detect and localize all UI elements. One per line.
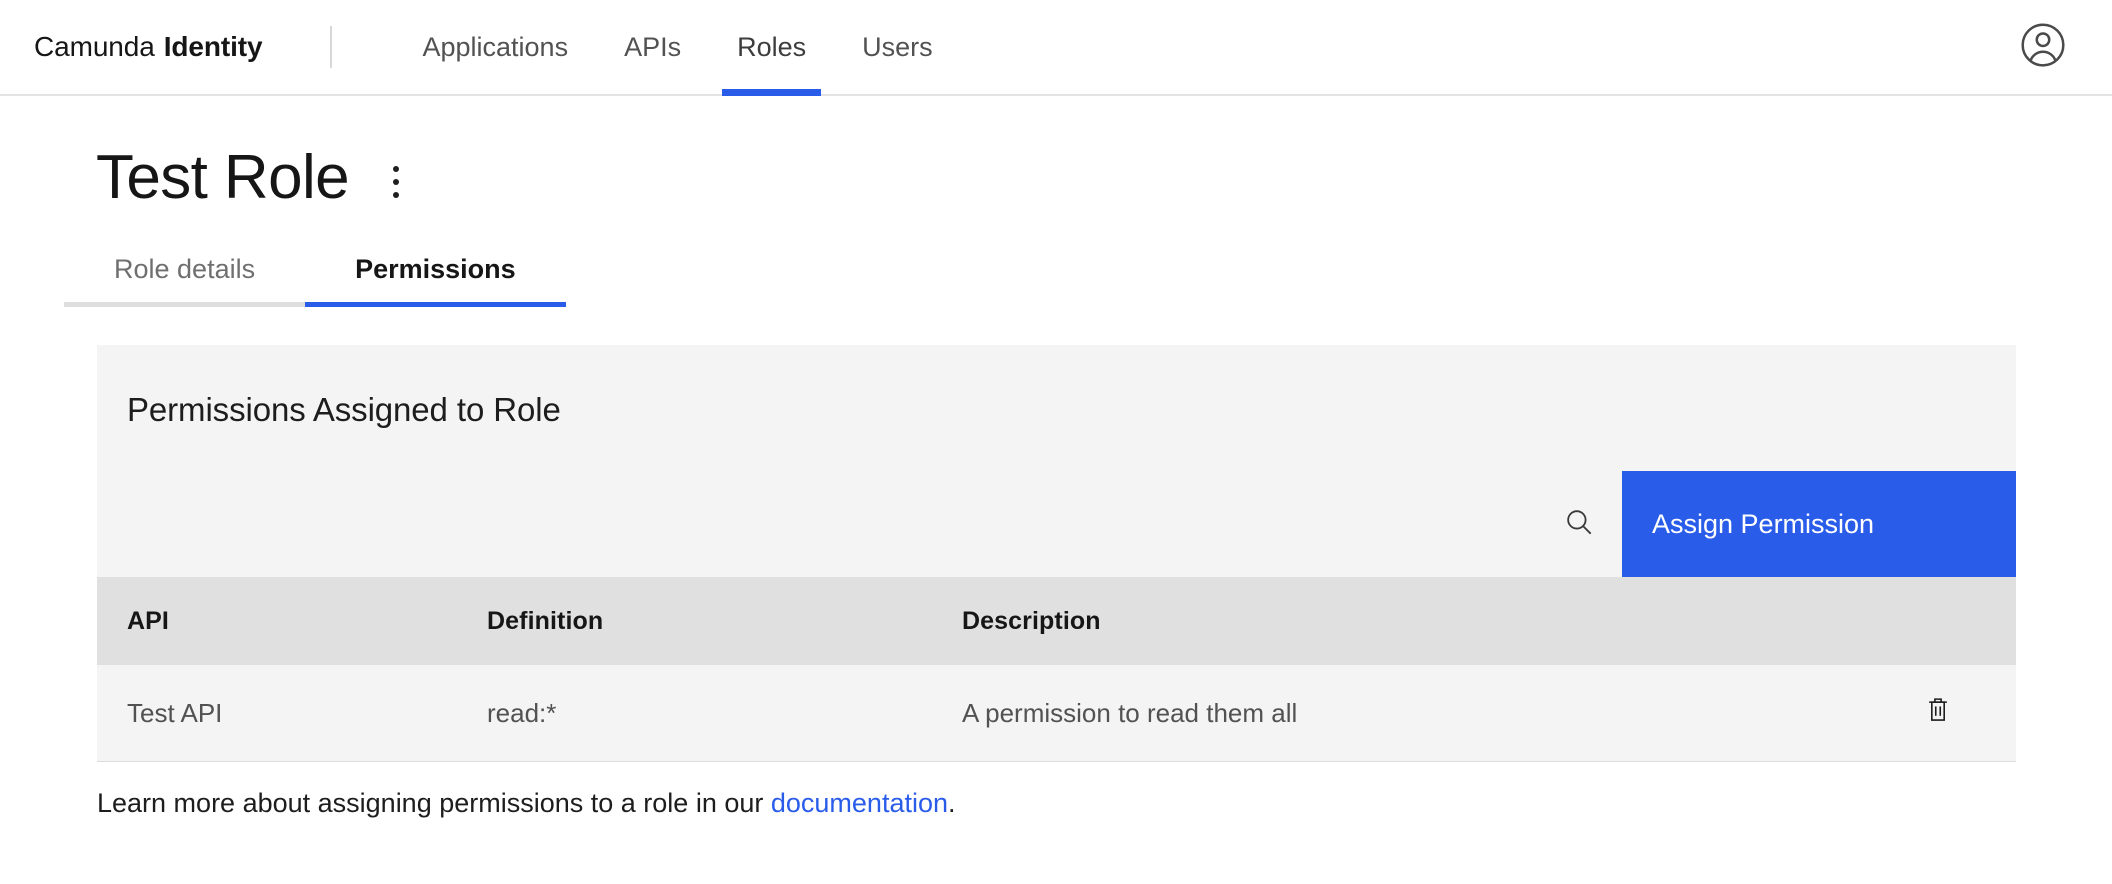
page-header: Test Role — [0, 96, 2112, 216]
documentation-link[interactable]: documentation — [771, 788, 948, 818]
top-navigation-bar: Camunda Identity Applications APIs Roles… — [0, 0, 2112, 96]
panel-title: Permissions Assigned to Role — [127, 391, 561, 428]
permissions-table: API Definition Description Test API read… — [97, 577, 2016, 762]
kebab-dot — [393, 192, 400, 198]
nav-item-label: Users — [862, 31, 933, 62]
tab-permissions[interactable]: Permissions — [305, 244, 566, 307]
assign-permission-button[interactable]: Assign Permission — [1622, 471, 2016, 577]
app-brand: Camunda Identity — [0, 0, 263, 94]
brand-name: Identity — [163, 31, 263, 62]
search-icon — [1562, 505, 1596, 544]
documentation-footnote: Learn more about assigning permissions t… — [97, 788, 2112, 819]
role-subtabs: Role details Permissions — [64, 244, 566, 307]
table-header-row: API Definition Description — [97, 577, 2016, 665]
kebab-dot — [393, 179, 400, 185]
footnote-text-after: . — [948, 788, 956, 818]
user-circle-icon — [2018, 20, 2068, 75]
trash-can-icon — [1923, 695, 1953, 732]
nav-item-users[interactable]: Users — [834, 0, 961, 94]
brand-divider — [330, 26, 333, 68]
table-row[interactable]: Test API read:* A permission to read the… — [97, 665, 2016, 762]
delete-permission-button[interactable] — [1916, 691, 1960, 735]
brand-prefix: Camunda — [34, 31, 155, 62]
cell-api: Test API — [97, 665, 457, 762]
permissions-panel: Permissions Assigned to Role Assign Perm… — [97, 345, 2016, 762]
nav-item-roles[interactable]: Roles — [709, 0, 834, 96]
nav-item-label: Roles — [737, 31, 807, 62]
table-body: Test API read:* A permission to read the… — [97, 665, 2016, 762]
user-account-button[interactable] — [2018, 0, 2112, 94]
kebab-dot — [393, 166, 400, 172]
table-head: API Definition Description — [97, 577, 2016, 665]
footnote-text-before: Learn more about assigning permissions t… — [97, 788, 771, 818]
cell-definition: read:* — [457, 665, 932, 762]
nav-item-label: Applications — [422, 31, 569, 62]
nav-item-applications[interactable]: Applications — [394, 0, 596, 94]
column-header-actions — [1886, 577, 2016, 665]
column-header-api[interactable]: API — [97, 577, 457, 665]
cell-actions — [1886, 665, 2016, 762]
column-header-definition[interactable]: Definition — [457, 577, 932, 665]
nav-item-label: APIs — [624, 31, 682, 62]
cell-description: A permission to read them all — [932, 665, 1886, 762]
overflow-menu-vertical-icon[interactable] — [379, 159, 413, 205]
nav-item-apis[interactable]: APIs — [596, 0, 709, 94]
panel-toolbar: Assign Permission — [97, 471, 2016, 577]
column-header-description[interactable]: Description — [932, 577, 1886, 665]
page-title: Test Role — [96, 143, 350, 212]
tab-label: Role details — [114, 254, 256, 284]
tab-role-details[interactable]: Role details — [64, 244, 306, 307]
search-button[interactable] — [1536, 471, 1622, 577]
main-nav: Applications APIs Roles Users — [394, 0, 961, 96]
tab-label: Permissions — [355, 254, 516, 284]
